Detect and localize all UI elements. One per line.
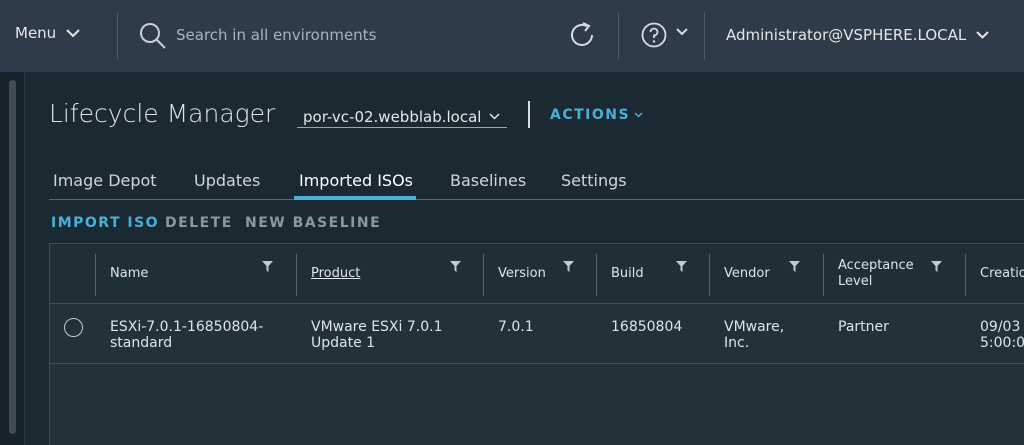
- user-label: Administrator@VSPHERE.LOCAL: [726, 26, 967, 44]
- column-separator[interactable]: [296, 254, 297, 296]
- cell-acceptance-level: Partner: [838, 319, 889, 335]
- imported-isos-table: Name Product Version Build Vendor Accept…: [49, 243, 1024, 445]
- column-header-creation[interactable]: Creatio: [980, 266, 1024, 282]
- tab-updates[interactable]: Updates: [194, 171, 260, 190]
- cell-name-line1: ESXi-7.0.1-16850804-: [110, 319, 264, 335]
- cell-product-line1: VMware ESXi 7.0.1: [311, 319, 443, 335]
- top-header: Menu Search in all environments Administ…: [0, 0, 1024, 72]
- column-header-acceptance-line2: Level: [838, 274, 873, 289]
- cell-creation-line1: 09/03: [980, 319, 1021, 335]
- new-baseline-button[interactable]: NEW BASELINE: [245, 215, 381, 231]
- menu-label: Menu: [15, 24, 57, 42]
- filter-icon[interactable]: [931, 261, 942, 272]
- cell-version: 7.0.1: [498, 319, 534, 335]
- chevron-down-icon: [634, 112, 643, 118]
- cell-vendor-line1: VMware,: [724, 319, 785, 335]
- table-header: Name Product Version Build Vendor Accept…: [50, 244, 1024, 304]
- refresh-icon[interactable]: [567, 20, 597, 50]
- delete-button[interactable]: DELETE: [165, 215, 233, 231]
- tab-image-depot[interactable]: Image Depot: [53, 171, 157, 190]
- cell-creation-line2: 5:00:0: [980, 335, 1024, 351]
- search-input[interactable]: Search in all environments: [176, 26, 376, 44]
- chevron-down-icon[interactable]: [676, 28, 688, 36]
- chevron-down-icon: [976, 31, 989, 39]
- cell-product-line2: Update 1: [311, 335, 376, 351]
- help-icon[interactable]: [641, 22, 667, 48]
- cell-vendor-line2: Inc.: [724, 335, 750, 351]
- column-header-build[interactable]: Build: [611, 266, 644, 282]
- menu-dropdown[interactable]: Menu: [15, 24, 80, 42]
- scrollbar[interactable]: [9, 80, 16, 434]
- column-separator[interactable]: [95, 254, 96, 296]
- column-header-product[interactable]: Product: [311, 266, 360, 282]
- chevron-down-icon: [66, 28, 80, 37]
- search-icon[interactable]: [139, 22, 167, 50]
- active-tab-indicator: [294, 196, 416, 200]
- import-iso-button[interactable]: IMPORT ISO: [51, 215, 159, 231]
- header-divider: [704, 12, 705, 60]
- column-header-version[interactable]: Version: [498, 266, 546, 282]
- filter-icon[interactable]: [789, 261, 800, 272]
- header-divider: [618, 12, 619, 60]
- column-header-acceptance-line1: Acceptance: [838, 258, 914, 273]
- page-title: Lifecycle Manager: [49, 99, 276, 128]
- column-separator[interactable]: [483, 254, 484, 296]
- actions-label: ACTIONS: [550, 107, 631, 123]
- user-menu[interactable]: Administrator@VSPHERE.LOCAL: [726, 26, 989, 44]
- table-row[interactable]: ESXi-7.0.1-16850804- standard VMware ESX…: [50, 304, 1024, 364]
- cell-name-line2: standard: [110, 335, 173, 351]
- tab-settings[interactable]: Settings: [561, 171, 627, 190]
- header-divider: [117, 12, 118, 60]
- filter-icon[interactable]: [450, 261, 461, 272]
- filter-icon[interactable]: [676, 261, 687, 272]
- cell-creation: 09/03 5:00:0: [980, 319, 1024, 351]
- cell-build: 16850804: [611, 319, 683, 335]
- tab-baselines[interactable]: Baselines: [450, 171, 526, 190]
- row-select-radio[interactable]: [64, 318, 83, 337]
- tab-bar: Image Depot Updates Imported ISOs Baseli…: [49, 160, 1024, 200]
- filter-icon[interactable]: [262, 261, 273, 272]
- column-header-vendor[interactable]: Vendor: [724, 266, 770, 282]
- vcenter-select-value: por-vc-02.webblab.local: [303, 107, 482, 126]
- title-divider: [528, 101, 530, 128]
- filter-icon[interactable]: [563, 261, 574, 272]
- column-separator[interactable]: [709, 254, 710, 296]
- chevron-down-icon: [489, 113, 500, 120]
- cell-vendor: VMware, Inc.: [724, 319, 784, 351]
- column-header-name[interactable]: Name: [110, 266, 148, 282]
- tab-imported-isos[interactable]: Imported ISOs: [299, 171, 413, 190]
- vcenter-select[interactable]: por-vc-02.webblab.local: [297, 106, 507, 128]
- cell-product: VMware ESXi 7.0.1 Update 1: [311, 319, 442, 351]
- column-separator[interactable]: [823, 254, 824, 296]
- actions-button[interactable]: ACTIONS: [550, 107, 643, 123]
- column-header-acceptance-level[interactable]: Acceptance Level: [838, 258, 914, 290]
- column-separator[interactable]: [596, 254, 597, 296]
- column-separator[interactable]: [965, 254, 966, 296]
- cell-name: ESXi-7.0.1-16850804- standard: [110, 319, 263, 351]
